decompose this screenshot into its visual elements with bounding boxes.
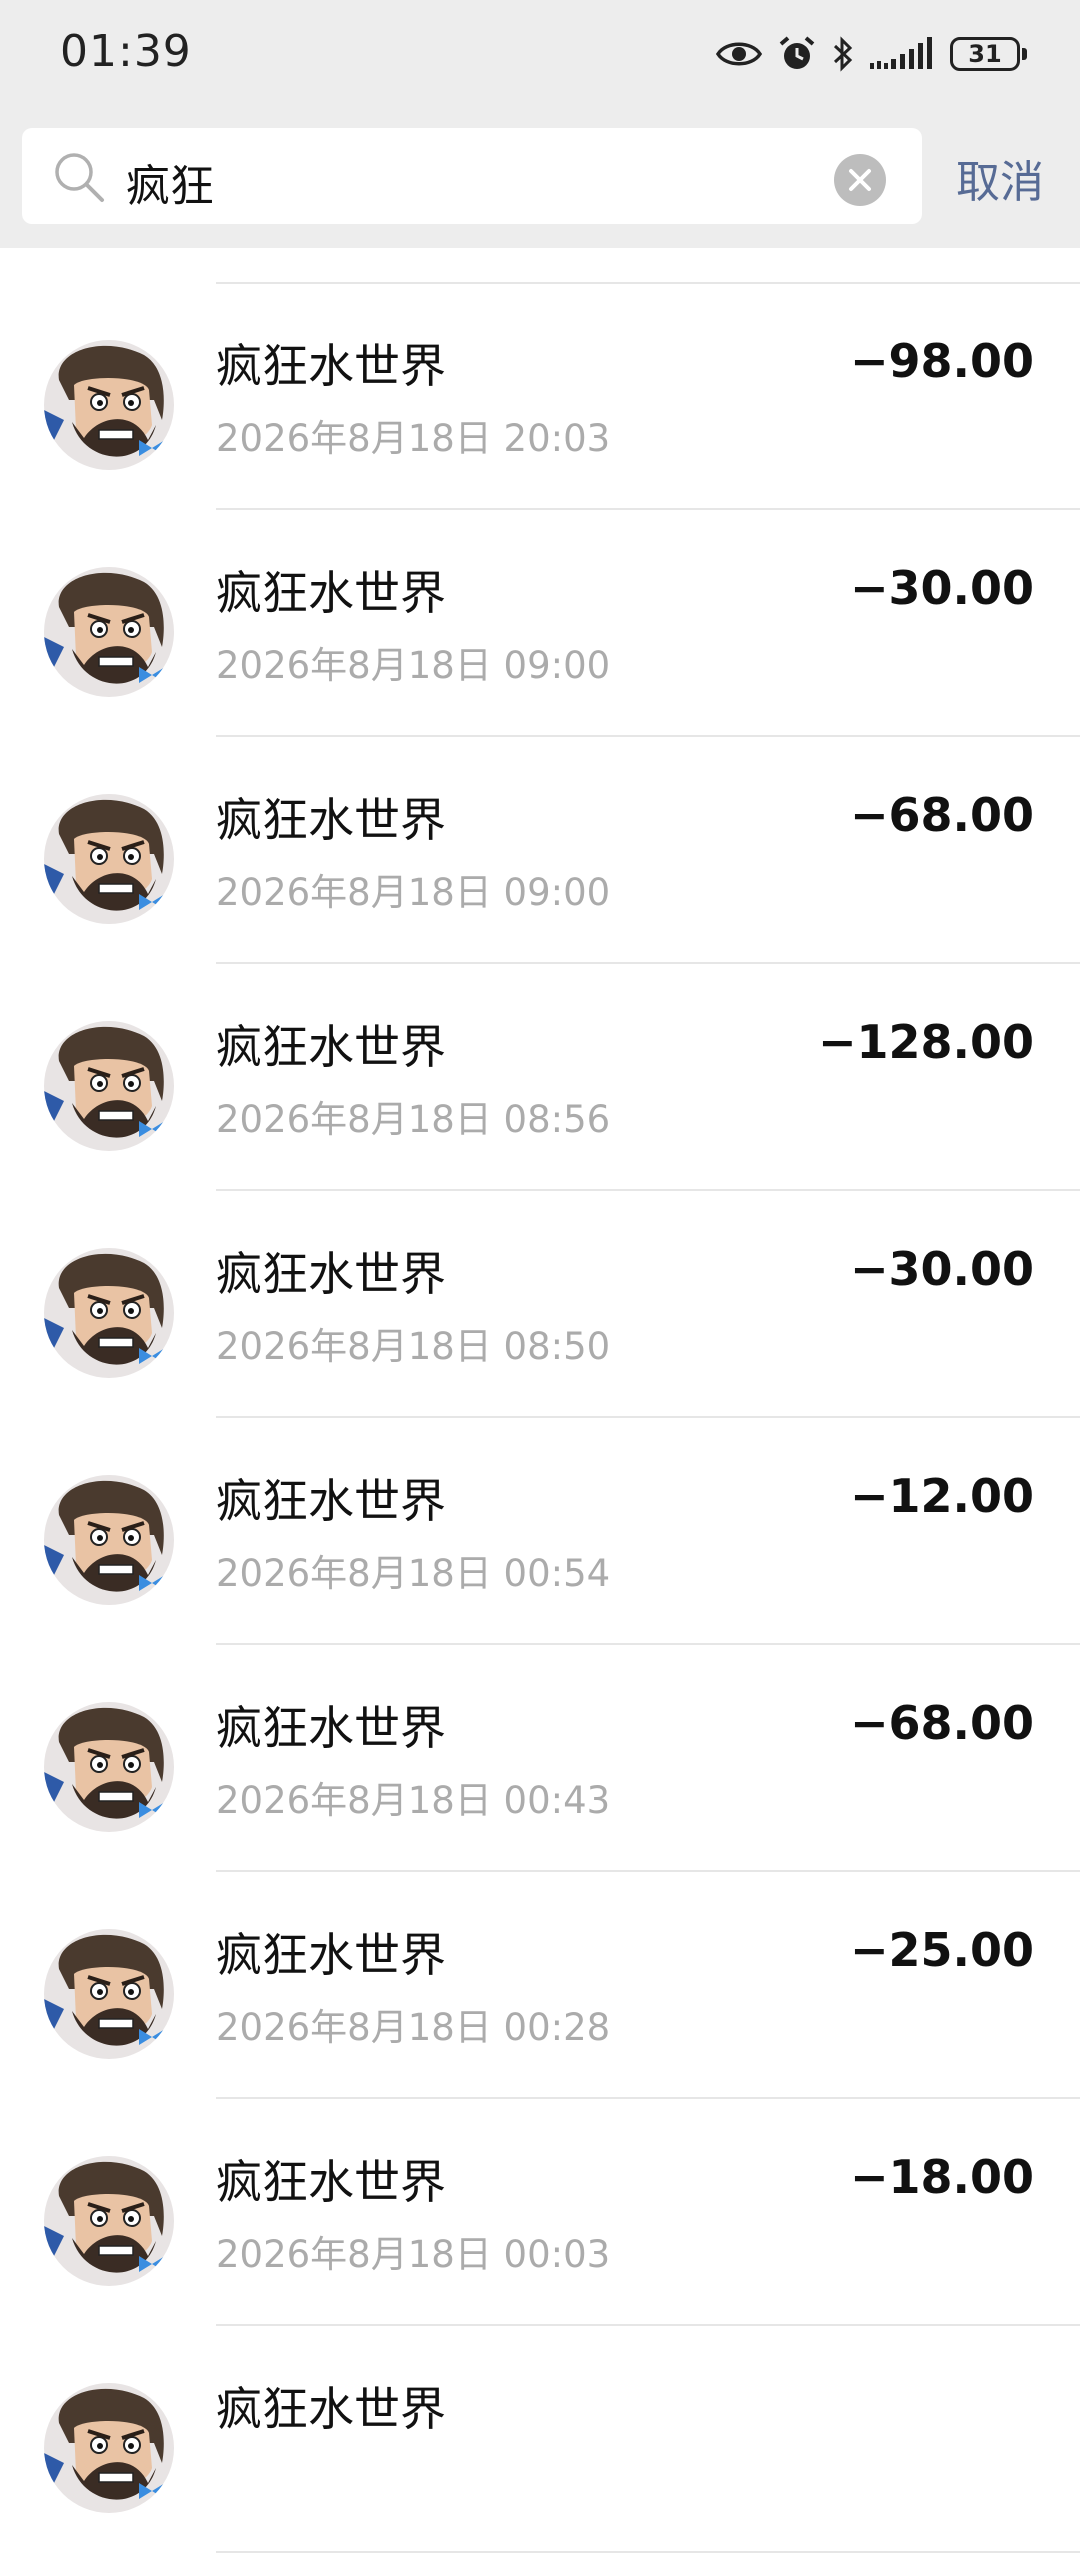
transaction-amount: −98.00 — [849, 334, 1034, 388]
divider — [216, 1189, 1080, 1191]
merchant-name: 疯狂水世界 — [216, 1474, 446, 1528]
merchant-name: 疯狂水世界 — [216, 793, 446, 847]
transaction-amount: −25.00 — [849, 1923, 1034, 1977]
merchant-name: 疯狂水世界 — [216, 339, 446, 393]
transaction-row[interactable]: 疯狂水世界 2026年8月18日 00:54 −12.00 — [0, 1419, 1080, 1645]
transaction-row[interactable]: 疯狂水世界 — [0, 2327, 1080, 2553]
status-time: 01:39 — [60, 26, 192, 77]
transaction-row[interactable]: 疯狂水世界 2026年8月18日 09:00 −30.00 — [0, 511, 1080, 737]
merchant-name: 疯狂水世界 — [216, 1020, 446, 1074]
transaction-row[interactable]: 疯狂水世界 2026年8月18日 09:00 −68.00 — [0, 738, 1080, 964]
transaction-time: 2026年8月18日 20:03 — [216, 417, 611, 460]
merchant-avatar — [44, 1929, 174, 2059]
merchant-name: 疯狂水世界 — [216, 1247, 446, 1301]
transaction-row[interactable]: 疯狂水世界 2026年8月18日 00:43 −68.00 — [0, 1646, 1080, 1872]
transaction-time: 2026年8月18日 09:00 — [216, 871, 611, 914]
divider — [216, 1870, 1080, 1872]
signal-icon — [870, 37, 932, 69]
transaction-time: 2026年8月18日 00:43 — [216, 1779, 611, 1822]
merchant-name: 疯狂水世界 — [216, 566, 446, 620]
divider — [216, 2324, 1080, 2326]
transaction-amount: −18.00 — [849, 2150, 1034, 2204]
eye-icon — [716, 42, 762, 66]
merchant-avatar — [44, 1248, 174, 1378]
transaction-amount: −68.00 — [849, 788, 1034, 842]
search-box[interactable]: 疯狂 — [22, 128, 922, 224]
transaction-row[interactable]: 疯狂水世界 2026年8月18日 20:03 −98.00 — [0, 284, 1080, 510]
transaction-row[interactable]: 疯狂水世界 2026年8月18日 00:28 −25.00 — [0, 1873, 1080, 2099]
transaction-time: 2026年8月18日 00:54 — [216, 1552, 611, 1595]
merchant-avatar — [44, 2156, 174, 2286]
merchant-avatar — [44, 794, 174, 924]
divider — [216, 1416, 1080, 1418]
search-icon — [55, 153, 104, 202]
transaction-time: 2026年8月18日 09:00 — [216, 644, 611, 687]
divider — [216, 2097, 1080, 2099]
transaction-row[interactable]: 疯狂水世界 2026年8月18日 08:50 −30.00 — [0, 1192, 1080, 1418]
merchant-name: 疯狂水世界 — [216, 1928, 446, 1982]
transaction-row[interactable]: 疯狂水世界 2026年8月18日 00:03 −18.00 — [0, 2100, 1080, 2326]
bluetooth-icon — [833, 36, 853, 72]
status-icons: 31 — [716, 30, 1027, 78]
merchant-avatar — [44, 1475, 174, 1605]
transaction-row[interactable]: 疯狂水世界 2026年8月18日 08:56 −128.00 — [0, 965, 1080, 1191]
status-bar: 01:39 31 — [0, 0, 1080, 120]
transaction-amount: −30.00 — [849, 1242, 1034, 1296]
clear-search-icon[interactable] — [834, 154, 886, 206]
alarm-icon — [779, 36, 815, 69]
merchant-avatar — [44, 340, 174, 470]
transaction-amount: −12.00 — [849, 1469, 1034, 1523]
divider — [216, 508, 1080, 510]
transaction-time: 2026年8月18日 00:03 — [216, 2233, 611, 2276]
divider — [216, 962, 1080, 964]
transaction-time: 2026年8月18日 00:28 — [216, 2006, 611, 2049]
merchant-name: 疯狂水世界 — [216, 1701, 446, 1755]
merchant-name: 疯狂水世界 — [216, 2382, 446, 2436]
merchant-avatar — [44, 1021, 174, 1151]
transaction-time: 2026年8月18日 08:56 — [216, 1098, 611, 1141]
cancel-button[interactable]: 取消 — [956, 146, 1044, 210]
merchant-avatar — [44, 1702, 174, 1832]
search-header: 疯狂 取消 — [0, 120, 1080, 248]
transaction-amount: −68.00 — [849, 1696, 1034, 1750]
merchant-avatar — [44, 2383, 174, 2513]
merchant-avatar — [44, 567, 174, 697]
transaction-amount: −128.00 — [817, 1015, 1034, 1069]
divider — [216, 1643, 1080, 1645]
transaction-time: 2026年8月18日 08:50 — [216, 1325, 611, 1368]
merchant-name: 疯狂水世界 — [216, 2155, 446, 2209]
transaction-amount: −30.00 — [849, 561, 1034, 615]
battery-indicator: 31 — [950, 37, 1027, 71]
search-input[interactable]: 疯狂 — [126, 150, 214, 214]
divider — [216, 735, 1080, 737]
